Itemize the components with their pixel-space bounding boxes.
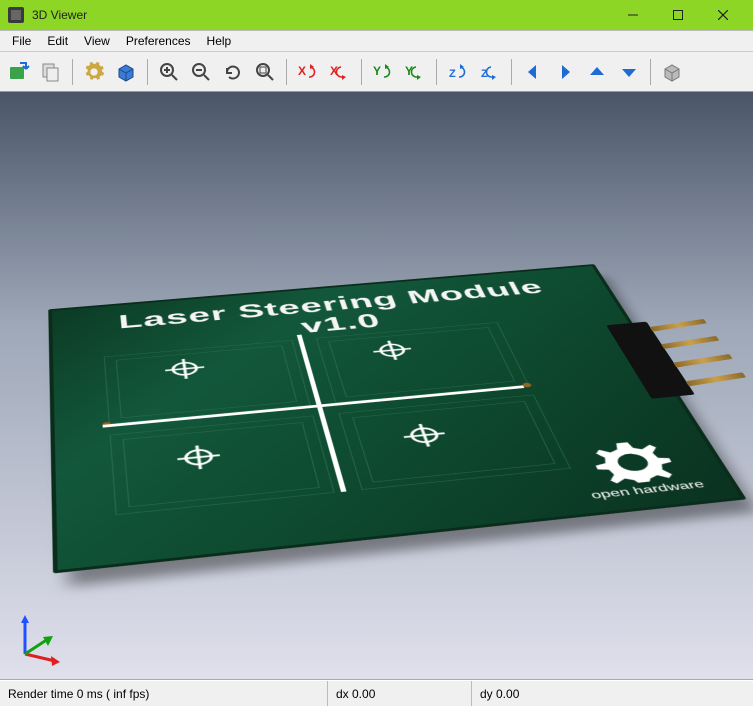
- zoom-in-button[interactable]: [154, 57, 184, 87]
- status-dx: dx 0.00: [328, 681, 472, 706]
- menu-file[interactable]: File: [4, 32, 39, 50]
- app-icon: [8, 7, 24, 23]
- svg-text:Z: Z: [449, 68, 456, 80]
- menubar: File Edit View Preferences Help: [0, 30, 753, 52]
- settings-button[interactable]: [79, 57, 109, 87]
- rotate-x-ccw-button[interactable]: X: [325, 57, 355, 87]
- pcb-scene: Laser Steering Module v1.0 open hardware: [48, 264, 746, 573]
- pan-right-button[interactable]: [550, 57, 580, 87]
- zoom-out-button[interactable]: [186, 57, 216, 87]
- open-hardware-label: open hardware: [588, 478, 706, 501]
- close-button[interactable]: [700, 0, 745, 30]
- separator: [72, 59, 73, 85]
- svg-text:Y: Y: [373, 64, 381, 78]
- rotate-y-cw-button[interactable]: Y: [368, 57, 398, 87]
- fiducial-mark-1: [158, 354, 211, 383]
- maximize-button[interactable]: [655, 0, 700, 30]
- rotate-z-cw-button[interactable]: Z: [443, 57, 473, 87]
- header-pin-1: [649, 318, 706, 331]
- status-dy: dy 0.00: [472, 681, 753, 706]
- window-title: 3D Viewer: [32, 8, 610, 22]
- pan-up-button[interactable]: [582, 57, 612, 87]
- open-hardware-logo: open hardware: [563, 430, 706, 501]
- import-button[interactable]: [4, 57, 34, 87]
- separator: [436, 59, 437, 85]
- separator: [147, 59, 148, 85]
- menu-view[interactable]: View: [76, 32, 118, 50]
- redraw-button[interactable]: [218, 57, 248, 87]
- render-mode-button[interactable]: [111, 57, 141, 87]
- separator: [286, 59, 287, 85]
- rotate-y-ccw-button[interactable]: Y: [400, 57, 430, 87]
- viewport-3d[interactable]: Laser Steering Module v1.0 open hardware: [0, 92, 753, 680]
- pan-down-button[interactable]: [614, 57, 644, 87]
- minimize-button[interactable]: [610, 0, 655, 30]
- separator: [361, 59, 362, 85]
- fiducial-mark-3: [169, 440, 227, 475]
- rotate-z-ccw-button[interactable]: Z: [475, 57, 505, 87]
- header-pin-2: [661, 335, 719, 348]
- statusbar: Render time 0 ms ( inf fps) dx 0.00 dy 0…: [0, 680, 753, 706]
- pan-left-button[interactable]: [518, 57, 548, 87]
- fiducial-mark-2: [364, 336, 420, 364]
- menu-preferences[interactable]: Preferences: [118, 32, 199, 50]
- silkscreen-layer: Laser Steering Module v1.0 open hardware: [48, 264, 746, 573]
- titlebar: 3D Viewer: [0, 0, 753, 30]
- header-pin-3: [673, 353, 733, 367]
- toolbar: X X Y Y Z Z: [0, 52, 753, 92]
- separator: [650, 59, 651, 85]
- fiducial-mark-4: [393, 419, 455, 452]
- rotate-x-cw-button[interactable]: X: [293, 57, 323, 87]
- zoom-fit-button[interactable]: [250, 57, 280, 87]
- status-render-time: Render time 0 ms ( inf fps): [0, 681, 328, 706]
- copy-button[interactable]: [36, 57, 66, 87]
- menu-help[interactable]: Help: [199, 32, 240, 50]
- separator: [511, 59, 512, 85]
- menu-edit[interactable]: Edit: [39, 32, 76, 50]
- header-pin-4: [685, 372, 746, 386]
- ortho-toggle-button[interactable]: [657, 57, 687, 87]
- axes-gizmo[interactable]: [10, 609, 70, 669]
- svg-text:X: X: [298, 64, 306, 78]
